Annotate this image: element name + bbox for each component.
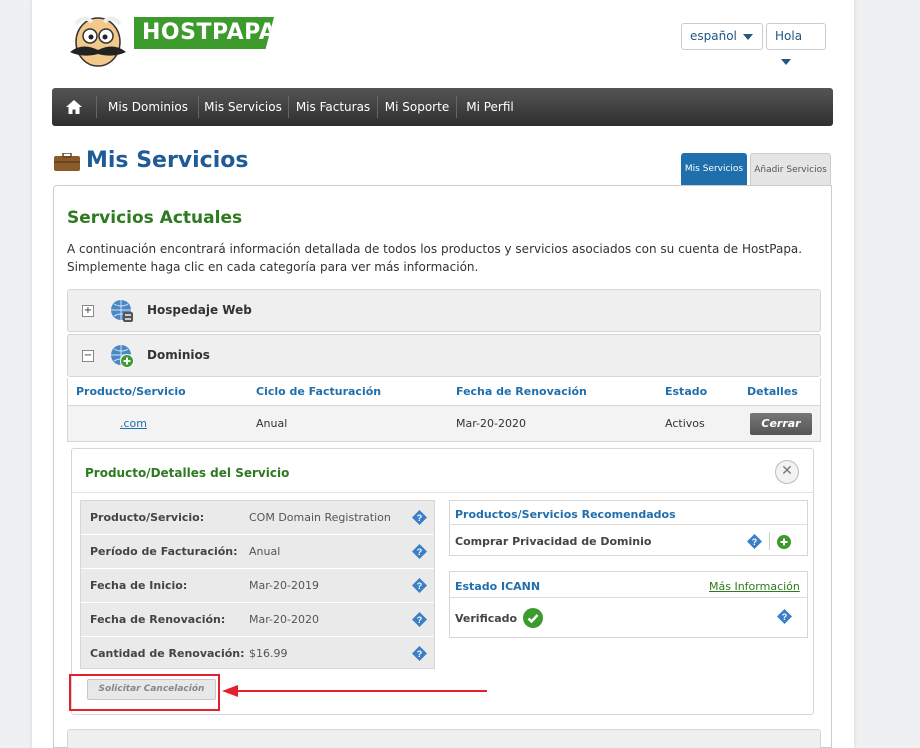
- nav-mis-servicios[interactable]: Mis Servicios: [202, 88, 284, 126]
- column-header: Estado: [665, 385, 708, 398]
- details-label: Fecha de Inicio:: [90, 579, 188, 592]
- divider: [769, 532, 770, 550]
- recommended-services-box: Productos/Servicios Recomendados Comprar…: [449, 500, 808, 556]
- domain-link[interactable]: .com: [120, 417, 147, 430]
- nav-mis-facturas[interactable]: Mis Facturas: [294, 88, 372, 126]
- icann-status-box: Estado ICANN Más Información Verificado …: [449, 571, 808, 638]
- renewal-date: Mar-20-2020: [456, 417, 526, 430]
- papa-mascot-icon: [70, 16, 126, 67]
- details-row: Producto/Servicio: COM Domain Registrati…: [81, 501, 434, 535]
- page-title: Mis Servicios: [86, 148, 249, 173]
- icann-status-text: Verificado: [455, 612, 518, 625]
- accordion-hospedaje-web[interactable]: + Hospedaje Web: [67, 289, 821, 332]
- details-label: Fecha de Renovación:: [90, 613, 226, 626]
- table-row: .com Anual Mar-20-2020 Activos Cerrar: [67, 406, 821, 442]
- hostpapa-logo[interactable]: HOSTPAPA: [50, 6, 274, 67]
- page-container: HOSTPAPA español Hola Mis Dominios Mis S…: [32, 0, 854, 748]
- user-menu-dropdown[interactable]: Hola: [766, 23, 826, 65]
- help-icon[interactable]: ?: [412, 578, 427, 593]
- annotation-arrow-icon: [222, 685, 487, 697]
- details-row: Período de Facturación: Anual ?: [81, 535, 434, 569]
- column-header: Detalles: [747, 385, 798, 398]
- details-value: Mar-20-2020: [249, 613, 319, 626]
- add-icon[interactable]: [777, 535, 791, 549]
- svg-text:?: ?: [417, 581, 423, 591]
- column-header: Fecha de Renovación: [456, 385, 587, 398]
- details-value: Anual: [249, 545, 281, 558]
- intro-text: A continuación encontrará información de…: [67, 242, 803, 274]
- recommended-title: Productos/Servicios Recomendados: [455, 508, 676, 521]
- user-greeting: Hola: [775, 29, 803, 43]
- language-dropdown[interactable]: español: [681, 23, 763, 50]
- nav-divider: [288, 96, 289, 118]
- accordion-label: Dominios: [147, 348, 210, 362]
- divider: [72, 492, 813, 493]
- expand-toggle-icon[interactable]: +: [82, 305, 94, 317]
- chevron-down-icon: [781, 58, 791, 65]
- details-title: Producto/Detalles del Servicio: [85, 466, 290, 480]
- nav-divider: [377, 96, 378, 118]
- briefcase-icon: [54, 153, 80, 171]
- nav-mi-soporte[interactable]: Mi Soporte: [383, 88, 451, 126]
- services-table-header: Producto/Servicio Ciclo de Facturación F…: [67, 378, 821, 406]
- svg-text:?: ?: [417, 513, 423, 523]
- close-details-button[interactable]: Cerrar: [750, 413, 812, 435]
- details-info-table: Producto/Servicio: COM Domain Registrati…: [80, 500, 435, 669]
- accordion-dominios[interactable]: − Dominios: [67, 334, 821, 377]
- section-title: Servicios Actuales: [67, 208, 243, 228]
- details-label: Producto/Servicio:: [90, 511, 205, 524]
- help-icon[interactable]: ?: [412, 510, 427, 525]
- svg-text:?: ?: [752, 537, 758, 547]
- checkmark-icon: [523, 608, 543, 628]
- help-icon[interactable]: ?: [412, 612, 427, 627]
- nav-divider: [456, 96, 457, 118]
- details-row: Fecha de Inicio: Mar-20-2019 ?: [81, 569, 434, 603]
- close-icon[interactable]: ✕: [775, 460, 799, 484]
- details-row: Fecha de Renovación: Mar-20-2020 ?: [81, 603, 434, 637]
- details-value: Mar-20-2019: [249, 579, 319, 592]
- nav-divider: [96, 96, 97, 118]
- main-nav: Mis Dominios Mis Servicios Mis Facturas …: [52, 88, 833, 126]
- recommended-header: Productos/Servicios Recomendados: [450, 501, 807, 525]
- nav-mi-perfil[interactable]: Mi Perfil: [462, 88, 518, 126]
- column-header: Ciclo de Facturación: [256, 385, 382, 398]
- details-label: Período de Facturación:: [90, 545, 238, 558]
- services-content: Servicios Actuales A continuación encont…: [53, 185, 832, 748]
- nav-divider: [198, 96, 199, 118]
- globe-plus-icon: [111, 345, 134, 368]
- accordion-label: Hospedaje Web: [147, 303, 252, 317]
- tab-mis-servicios[interactable]: Mis Servicios: [681, 153, 747, 186]
- billing-cycle: Anual: [256, 417, 288, 430]
- tab-anadir-servicios[interactable]: Añadir Servicios: [750, 153, 831, 186]
- home-icon: [66, 100, 82, 114]
- help-icon[interactable]: ?: [777, 609, 792, 624]
- svg-text:?: ?: [417, 615, 423, 625]
- more-info-link[interactable]: Más Información: [709, 580, 800, 593]
- column-header: Producto/Servicio: [76, 385, 186, 398]
- globe-server-icon: [111, 300, 133, 322]
- recommended-item: Comprar Privacidad de Dominio: [455, 535, 652, 548]
- annotation-highlight-box: [69, 674, 220, 711]
- help-icon[interactable]: ?: [412, 544, 427, 559]
- logo-text: HOSTPAPA: [134, 17, 274, 49]
- collapse-toggle-icon[interactable]: −: [82, 350, 94, 362]
- details-row: Cantidad de Renovación: $16.99 ?: [81, 637, 434, 671]
- details-label: Cantidad de Renovación:: [90, 647, 245, 660]
- details-value: COM Domain Registration: [249, 511, 391, 524]
- language-label: español: [690, 29, 737, 43]
- svg-text:?: ?: [417, 649, 423, 659]
- help-icon[interactable]: ?: [412, 646, 427, 661]
- details-value: $16.99: [249, 647, 288, 660]
- home-nav-button[interactable]: [58, 88, 90, 126]
- nav-mis-dominios[interactable]: Mis Dominios: [102, 88, 194, 126]
- status-text: Activos: [665, 417, 705, 430]
- icann-title: Estado ICANN: [455, 580, 541, 593]
- chevron-down-icon: [742, 33, 753, 40]
- help-icon[interactable]: ?: [747, 534, 762, 549]
- svg-text:?: ?: [417, 547, 423, 557]
- accordion-next-category[interactable]: [67, 729, 821, 748]
- svg-text:?: ?: [782, 612, 788, 622]
- icann-header: Estado ICANN Más Información: [450, 572, 807, 598]
